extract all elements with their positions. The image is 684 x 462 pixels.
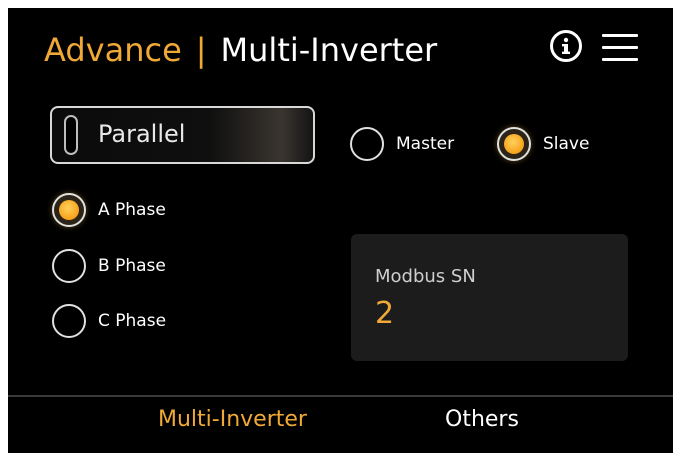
radio-checked-icon xyxy=(497,127,531,161)
page-title: Multi-Inverter xyxy=(220,31,438,69)
slave-label: Slave xyxy=(543,134,590,154)
page-header: Advance | Multi-Inverter xyxy=(44,30,437,70)
selector-knob-icon xyxy=(64,115,78,155)
radio-unchecked-icon xyxy=(52,249,86,283)
modbus-sn-value: 2 xyxy=(375,296,395,331)
a-phase-radio[interactable]: A Phase xyxy=(52,193,166,227)
info-button[interactable] xyxy=(550,30,582,62)
hamburger-menu-icon xyxy=(602,58,638,61)
c-phase-radio[interactable]: C Phase xyxy=(52,304,166,338)
tab-multi-inverter[interactable]: Multi-Inverter xyxy=(158,407,307,432)
modbus-sn-label: Modbus SN xyxy=(375,266,476,287)
radio-unchecked-icon xyxy=(350,127,384,161)
section-title: Advance xyxy=(44,31,182,69)
radio-checked-icon xyxy=(52,193,86,227)
master-radio[interactable]: Master xyxy=(350,127,454,161)
modbus-sn-field[interactable]: Modbus SN 2 xyxy=(351,234,628,361)
info-icon xyxy=(562,37,570,54)
mode-selector[interactable]: Parallel xyxy=(50,106,315,164)
b-phase-radio[interactable]: B Phase xyxy=(52,249,166,283)
radio-unchecked-icon xyxy=(52,304,86,338)
tab-others[interactable]: Others xyxy=(445,407,519,432)
b-phase-label: B Phase xyxy=(98,256,166,276)
c-phase-label: C Phase xyxy=(98,311,167,331)
device-screen: Advance | Multi-Inverter Parallel Master… xyxy=(8,8,673,453)
hamburger-menu-icon xyxy=(602,46,638,49)
title-separator: | xyxy=(195,31,207,69)
menu-button[interactable] xyxy=(602,34,638,62)
mode-value: Parallel xyxy=(98,120,186,148)
bottom-tab-bar: Multi-Inverter Others xyxy=(8,395,673,453)
hamburger-menu-icon xyxy=(602,34,638,37)
slave-radio[interactable]: Slave xyxy=(497,127,589,161)
master-label: Master xyxy=(396,134,455,154)
a-phase-label: A Phase xyxy=(98,200,166,220)
